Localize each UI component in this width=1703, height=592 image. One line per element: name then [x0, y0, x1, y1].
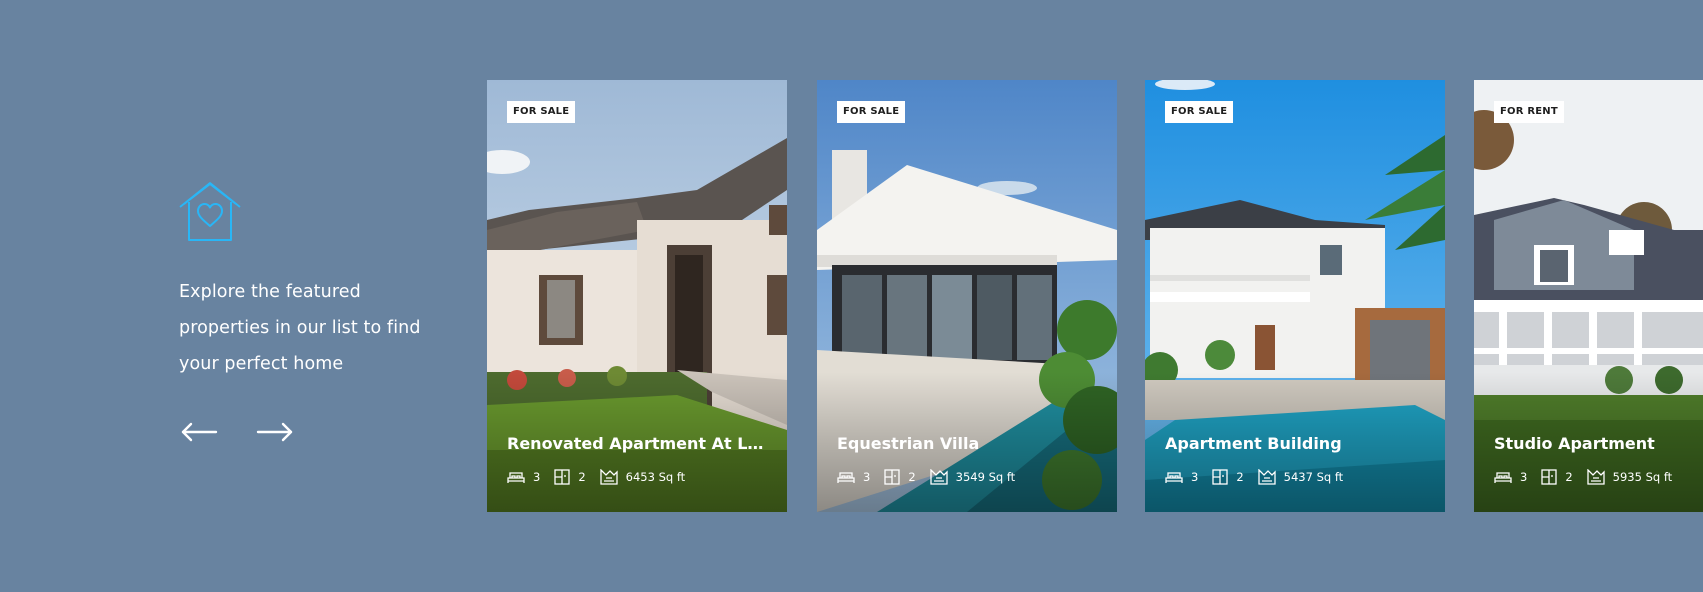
bed-icon [507, 472, 525, 483]
bathrooms: 2 [554, 469, 586, 485]
bedrooms: 3 [1494, 470, 1527, 484]
area-icon [600, 469, 618, 485]
bathrooms: 2 [1541, 469, 1573, 485]
bed-icon [837, 472, 855, 483]
bedrooms: 3 [507, 470, 540, 484]
property-card[interactable]: FOR RENT Studio Apartment 3 2 5935 Sq ft [1474, 80, 1703, 512]
property-title[interactable]: Apartment Building [1165, 434, 1425, 453]
property-title[interactable]: Studio Apartment [1494, 434, 1703, 453]
prev-button[interactable] [179, 420, 219, 444]
area-value: 5935 Sq ft [1612, 470, 1673, 484]
area-value: 3549 Sq ft [955, 470, 1016, 484]
property-carousel: FOR SALE Renovated Apartment At Last ...… [487, 80, 1703, 512]
property-card[interactable]: FOR SALE Apartment Building 3 2 5437 Sq … [1145, 80, 1445, 512]
bath-icon [884, 469, 900, 485]
property-title[interactable]: Renovated Apartment At Last ... [507, 434, 767, 453]
property-specs: 3 2 5935 Sq ft [1494, 469, 1672, 485]
area-icon [1587, 469, 1605, 485]
status-badge: FOR SALE [1165, 101, 1234, 123]
bedrooms: 3 [837, 470, 870, 484]
bath-icon [1541, 469, 1557, 485]
property-specs: 3 2 5437 Sq ft [1165, 469, 1343, 485]
intro-panel: Explore the featured properties in our l… [179, 180, 439, 444]
area: 6453 Sq ft [600, 469, 686, 485]
area: 3549 Sq ft [930, 469, 1016, 485]
bath-icon [1212, 469, 1228, 485]
bedrooms-count: 3 [1520, 470, 1528, 484]
area-value: 6453 Sq ft [625, 470, 686, 484]
bathrooms: 2 [884, 469, 916, 485]
intro-text: Explore the featured properties in our l… [179, 282, 421, 374]
bedrooms-count: 3 [533, 470, 541, 484]
property-specs: 3 2 3549 Sq ft [837, 469, 1015, 485]
property-card[interactable]: FOR SALE Renovated Apartment At Last ...… [487, 80, 787, 512]
status-badge: FOR SALE [837, 101, 906, 123]
carousel-controls [179, 420, 439, 444]
bathrooms-count: 2 [1565, 470, 1573, 484]
area: 5935 Sq ft [1587, 469, 1673, 485]
status-badge: FOR SALE [507, 101, 576, 123]
bathrooms-count: 2 [908, 470, 916, 484]
bathrooms-count: 2 [1236, 470, 1244, 484]
bathrooms-count: 2 [578, 470, 586, 484]
arrow-right-icon [256, 422, 293, 442]
bed-icon [1165, 472, 1183, 483]
area-icon [1258, 469, 1276, 485]
bedrooms-count: 3 [1191, 470, 1199, 484]
status-badge: FOR RENT [1494, 101, 1564, 123]
house-heart-icon [179, 182, 241, 241]
bed-icon [1494, 472, 1512, 483]
bath-icon [554, 469, 570, 485]
property-specs: 3 2 6453 Sq ft [507, 469, 685, 485]
area-value: 5437 Sq ft [1283, 470, 1344, 484]
bedrooms: 3 [1165, 470, 1198, 484]
bathrooms: 2 [1212, 469, 1244, 485]
area: 5437 Sq ft [1258, 469, 1344, 485]
property-title[interactable]: Equestrian Villa [837, 434, 1097, 453]
property-card[interactable]: FOR SALE Equestrian Villa 3 2 3549 Sq ft [817, 80, 1117, 512]
bedrooms-count: 3 [863, 470, 871, 484]
next-button[interactable] [255, 420, 295, 444]
area-icon [930, 469, 948, 485]
arrow-left-icon [181, 422, 218, 442]
